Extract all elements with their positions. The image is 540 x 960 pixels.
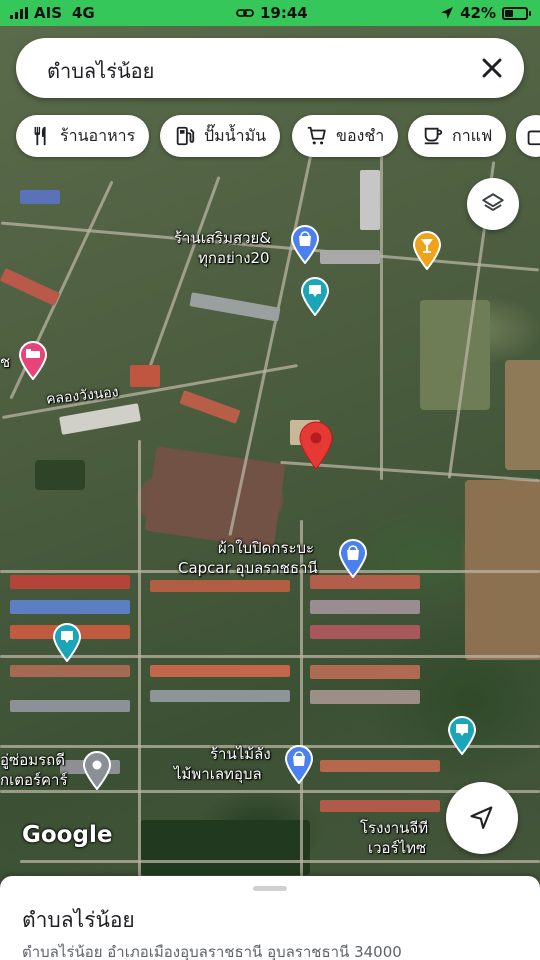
link-icon xyxy=(236,9,254,17)
map-houses xyxy=(10,600,130,614)
chip-label: ร้านอาหาร xyxy=(60,125,136,145)
battery-percent: 42% xyxy=(460,4,496,22)
signal-icon xyxy=(10,7,28,19)
map-houses xyxy=(320,250,380,264)
map-houses xyxy=(10,665,130,677)
carrier-name: AIS xyxy=(34,4,62,22)
place-label-cover-shop[interactable]: ผ้าใบปิดกระบะ Capcar อุบลราชธานี xyxy=(178,538,318,578)
map-road xyxy=(20,860,540,863)
place-pin-icon[interactable] xyxy=(52,622,82,662)
close-icon[interactable] xyxy=(476,52,508,84)
map-houses xyxy=(130,365,160,387)
map-houses xyxy=(320,760,440,772)
place-label-partial[interactable]: ช xyxy=(0,352,10,372)
map-houses xyxy=(150,665,290,677)
search-query[interactable]: ตำบลไร่น้อย xyxy=(47,55,154,87)
search-box[interactable]: ตำบลไร่น้อย xyxy=(16,38,524,98)
place-label-line: ทุกอย่าง20 xyxy=(198,249,270,267)
status-bar: AIS 4G 19:44 42% xyxy=(0,0,540,26)
place-label-factory[interactable]: โรงงานจีที เวอร์ไทซ xyxy=(360,818,428,858)
map-field xyxy=(140,820,310,875)
place-label-line: เวอร์ไทซ xyxy=(368,839,427,857)
navigation-arrow-icon xyxy=(470,806,493,829)
map-road xyxy=(142,176,221,384)
map-houses xyxy=(310,625,420,639)
map-houses xyxy=(179,390,241,424)
map-houses xyxy=(310,690,420,704)
map-houses xyxy=(10,575,130,589)
chip-coffee[interactable]: กาแฟ xyxy=(408,115,507,157)
status-time: 19:44 xyxy=(260,4,308,22)
location-arrow-icon xyxy=(441,7,454,19)
sheet-drag-handle[interactable] xyxy=(253,886,287,891)
map-houses xyxy=(360,170,380,230)
place-label-line: กเตอร์คาร์ xyxy=(0,771,68,789)
place-label-line: Capcar อุบลราชธานี xyxy=(178,559,318,577)
place-label-wood-shop[interactable]: ร้านไม้ลัง ไม้พาเลทอุบล xyxy=(174,744,271,784)
battery-icon xyxy=(502,6,531,20)
chip-gas-stations[interactable]: ปั๊มน้ำมัน xyxy=(160,115,281,157)
place-pin-icon[interactable] xyxy=(82,750,112,790)
map-houses xyxy=(10,700,130,712)
shopping-bag-icon xyxy=(527,130,540,146)
map-houses xyxy=(320,800,440,812)
place-address: ตำบลไร่น้อย อำเภอเมืองอุบลราชธานี อุบลรา… xyxy=(22,943,402,960)
place-label-repair-shop[interactable]: อู่ซ่อมรถดี กเตอร์คาร์ xyxy=(0,750,68,790)
map-field xyxy=(35,460,85,490)
map-houses xyxy=(150,580,290,592)
shopping-pin-icon[interactable] xyxy=(338,538,368,578)
map-houses xyxy=(189,292,281,322)
gas-pump-icon xyxy=(176,126,195,146)
map-houses xyxy=(310,665,420,679)
place-label-line: ร้านไม้ลัง xyxy=(210,745,271,763)
place-pin-icon[interactable] xyxy=(447,715,477,755)
chip-label: ปั๊มน้ำมัน xyxy=(204,125,267,145)
fork-knife-icon xyxy=(34,126,46,146)
place-label-line: ไม้พาเลทอุบล xyxy=(174,765,262,783)
place-label-line: ร้านเสริมสวย& xyxy=(174,229,272,247)
map-houses xyxy=(20,190,60,204)
google-logo: Google xyxy=(22,822,113,848)
selected-location-pin-icon[interactable] xyxy=(298,420,334,470)
place-label-beauty-shop[interactable]: ร้านเสริมสวย& ทุกอย่าง20 xyxy=(174,228,271,268)
map-field xyxy=(420,300,490,410)
shopping-cart-icon xyxy=(307,126,326,145)
chip-restaurants[interactable]: ร้านอาหาร xyxy=(16,115,150,157)
shopping-pin-icon[interactable] xyxy=(290,224,320,264)
bar-pin-icon[interactable] xyxy=(412,230,442,270)
map-houses xyxy=(0,267,61,307)
place-label-line: ผ้าใบปิดกระบะ xyxy=(218,539,315,557)
chip-label: ของชำ xyxy=(336,125,385,145)
map-houses xyxy=(59,403,141,435)
coffee-cup-icon xyxy=(424,127,443,145)
map-field xyxy=(505,360,540,470)
map-layers-button[interactable] xyxy=(467,178,519,230)
place-label-line: โรงงานจีที xyxy=(360,819,429,837)
map-field xyxy=(144,446,286,549)
hotel-pin-icon[interactable] xyxy=(18,340,48,380)
map-houses xyxy=(150,690,290,702)
network-type: 4G xyxy=(72,4,95,22)
layers-icon xyxy=(482,193,504,211)
battery-level xyxy=(505,9,513,17)
my-location-button[interactable] xyxy=(446,782,518,854)
map-road xyxy=(138,440,141,880)
chip-label: กาแฟ xyxy=(452,125,493,145)
map-road xyxy=(380,150,383,480)
place-title: ตำบลไร่น้อย xyxy=(22,908,135,932)
place-pin-icon[interactable] xyxy=(300,276,330,316)
shopping-pin-icon[interactable] xyxy=(284,744,314,784)
map-houses xyxy=(310,600,420,614)
place-bottom-sheet[interactable]: ตำบลไร่น้อย ตำบลไร่น้อย อำเภอเมืองอุบลรา… xyxy=(0,876,540,960)
place-label-line: อู่ซ่อมรถดี xyxy=(0,751,65,769)
chip-groceries[interactable]: ของชำ xyxy=(292,115,399,157)
